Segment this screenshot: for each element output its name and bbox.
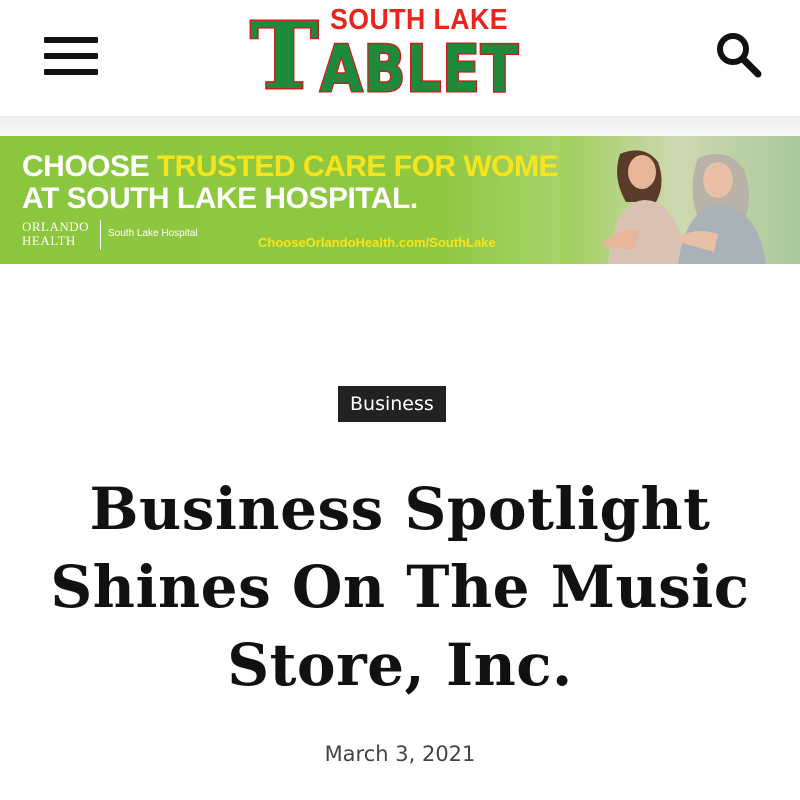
article-date: March 3, 2021 xyxy=(324,742,476,766)
logo-initial: T xyxy=(248,2,319,110)
hamburger-menu-icon[interactable] xyxy=(44,37,100,77)
ad-headline-line2: AT SOUTH LAKE HOSPITAL. xyxy=(22,182,418,215)
ad-hospital-name: South Lake Hospital xyxy=(108,228,198,239)
ad-banner[interactable]: CHOOSE TRUSTED CARE FOR WOMEN AT SOUTH L… xyxy=(0,136,800,264)
ad-url: ChooseOrlandoHealth.com/SouthLake xyxy=(258,235,496,250)
category-badge[interactable]: Business xyxy=(338,386,446,422)
article-title: Business Spotlight Shines On The Music S… xyxy=(50,475,750,699)
site-header: SOUTH LAKE T ABLET xyxy=(0,0,800,116)
ad-headline-line1: CHOOSE TRUSTED CARE FOR WOMEN xyxy=(22,150,580,183)
ad-photo xyxy=(560,136,800,264)
site-logo[interactable]: SOUTH LAKE T ABLET xyxy=(248,4,550,110)
ad-org-logo: ORLANDO HEALTH xyxy=(22,219,90,248)
header-divider xyxy=(0,116,800,136)
search-icon[interactable] xyxy=(714,30,764,80)
ad-divider xyxy=(100,220,101,250)
logo-main-text: ABLET xyxy=(319,33,520,107)
